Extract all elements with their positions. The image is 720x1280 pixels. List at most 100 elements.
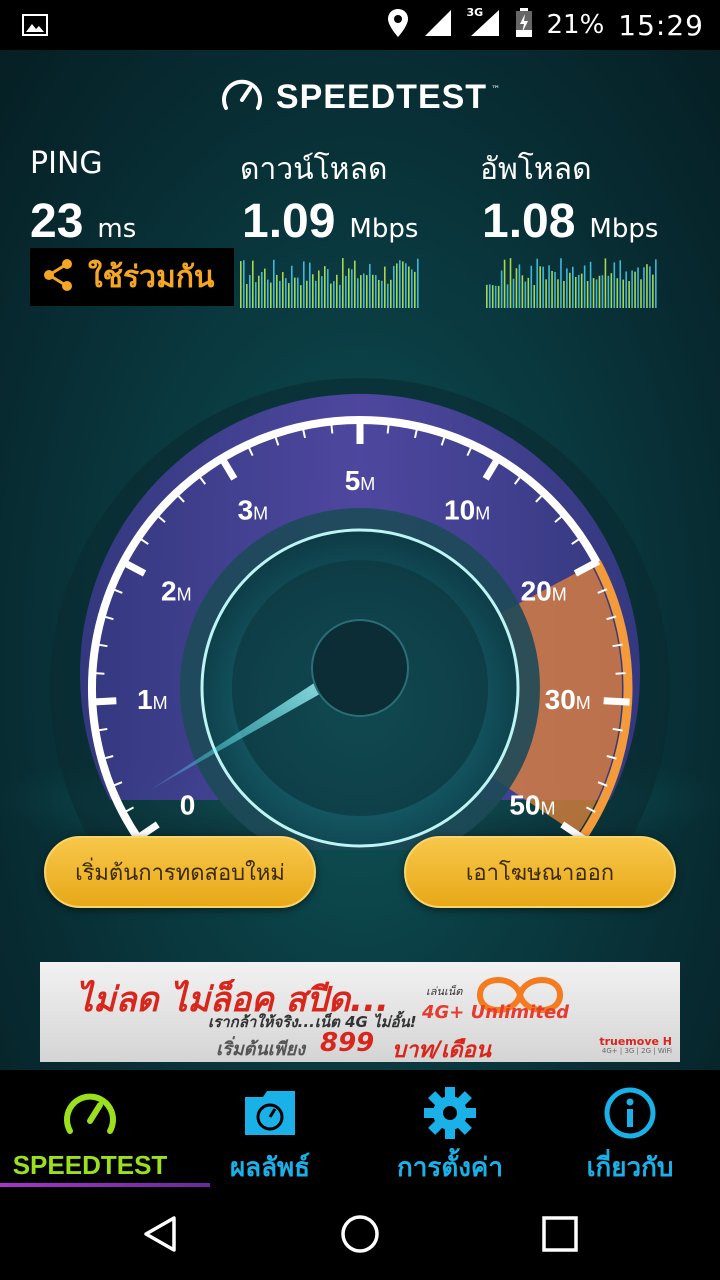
graph-bar (321, 276, 323, 308)
graph-bar (279, 280, 281, 308)
graph-bar (303, 261, 305, 308)
ping-value-group: 23 ms (30, 194, 136, 249)
graph-bar (557, 279, 559, 308)
graph-bar (619, 260, 622, 308)
graph-bar (288, 283, 290, 308)
share-button[interactable]: ใช้ร่วมกัน (30, 248, 234, 306)
back-button[interactable] (130, 1208, 190, 1260)
graph-bar (351, 269, 353, 308)
graph-bar (563, 281, 565, 308)
ad-price: 899 (320, 1028, 375, 1058)
graph-bar (524, 281, 527, 308)
remove-ads-button[interactable]: เอาโฆษณาออก (404, 836, 676, 908)
graph-bar (586, 281, 589, 308)
image-notification-icon (22, 12, 48, 42)
graph-bar (488, 284, 491, 308)
graph-bar (261, 271, 263, 308)
ad-banner[interactable]: ไม่ลด ไม่ล็อค สปีด... เรากล้าให้จริง...เ… (40, 962, 680, 1062)
gear-icon (423, 1084, 477, 1141)
graph-bar (387, 283, 389, 308)
graph-bar (258, 275, 260, 308)
graph-bar (393, 265, 395, 308)
speedometer-logo-icon (220, 76, 264, 118)
graph-bar (402, 261, 404, 308)
graph-bar (574, 276, 577, 308)
gauge-minor-tick (94, 672, 105, 675)
graph-bar (652, 274, 654, 308)
graph-bar (512, 278, 515, 308)
ad-subline: เรากล้าให้จริง...เน็ต 4G ไม่อั้น! (208, 1013, 417, 1031)
trademark: ™ (491, 85, 501, 95)
graph-bar (315, 280, 317, 308)
upload-unit: Mbps (589, 214, 659, 244)
speedtest-screen: SPEEDTEST ™ PING ดาวน์โหลด อัพโหลด 23 ms… (0, 50, 720, 1070)
graph-bar (577, 274, 580, 308)
graph-bar (595, 279, 598, 308)
recents-button[interactable] (530, 1208, 590, 1260)
graph-bar (276, 274, 278, 308)
download-label: ดาวน์โหลด (240, 152, 388, 187)
graph-bar (324, 266, 326, 308)
ping-value: 23 (30, 195, 84, 248)
ad-brand-sub: 4G+ | 3G | 2G | WiFi (601, 1047, 672, 1056)
graph-bar (408, 266, 410, 308)
tab-settings[interactable]: การตั้งค่า (360, 1070, 540, 1188)
graph-bar (342, 258, 344, 308)
tab-about[interactable]: เกี่ยวกับ (540, 1070, 720, 1188)
graph-bar (583, 265, 586, 308)
upload-graph (486, 258, 657, 308)
graph-bar (527, 277, 530, 308)
tab-results[interactable]: ผลลัพธ์ (180, 1070, 360, 1188)
graph-bar (372, 274, 374, 308)
download-value-group: 1.09 Mbps (242, 194, 418, 249)
graph-bar (625, 271, 627, 308)
cellular-3g-icon: 3G (466, 6, 501, 42)
graph-bar (536, 258, 539, 308)
network-type-label: 3G (466, 6, 484, 19)
graph-bar (336, 274, 338, 308)
upload-value: 1.08 (482, 195, 576, 248)
graph-bar (240, 261, 242, 308)
results-folder-icon (241, 1084, 299, 1141)
graph-bar (318, 270, 320, 308)
graph-bar (646, 264, 648, 308)
ping-unit: ms (97, 214, 137, 244)
graph-bar (554, 271, 556, 308)
restart-test-label: เริ่มต้นการทดสอบใหม่ (75, 860, 285, 886)
graph-bar (354, 260, 356, 308)
gauge-minor-tick (615, 672, 626, 675)
graph-bar (515, 268, 518, 308)
graph-bar (249, 274, 251, 308)
tab-speedtest[interactable]: SPEEDTEST (0, 1070, 180, 1188)
graph-bar (414, 271, 416, 308)
ad-price-unit: บาท/เดือน (392, 1038, 491, 1062)
graph-bar (569, 272, 571, 308)
graph-bar (246, 284, 248, 308)
graph-bar (264, 268, 266, 308)
graph-bar (306, 280, 308, 308)
system-nav-bar (0, 1188, 720, 1280)
clock: 15:29 (618, 8, 704, 42)
graph-bar (267, 279, 269, 308)
graph-bar (273, 259, 275, 308)
gauge-tick-label: 0 (180, 789, 196, 820)
graph-bar (542, 266, 544, 308)
graph-bar (622, 279, 625, 308)
graph-bar (500, 270, 503, 308)
graph-bar (566, 268, 568, 308)
graph-bar (348, 268, 350, 308)
graph-bar (345, 275, 347, 308)
graph-bar (592, 278, 595, 308)
speedtest-logo: SPEEDTEST ™ (0, 76, 720, 118)
back-icon (144, 1216, 176, 1252)
tab-speedtest-label: SPEEDTEST (12, 1150, 168, 1180)
graph-bar (330, 283, 332, 308)
battery-percent: 21% (546, 10, 605, 40)
restart-test-button[interactable]: เริ่มต้นการทดสอบใหม่ (44, 836, 316, 908)
graph-bar (580, 273, 583, 308)
graph-bar (643, 267, 645, 308)
graph-bar (533, 285, 536, 308)
graph-bar (649, 266, 651, 308)
home-button[interactable] (330, 1208, 390, 1260)
graph-bar (369, 263, 371, 308)
